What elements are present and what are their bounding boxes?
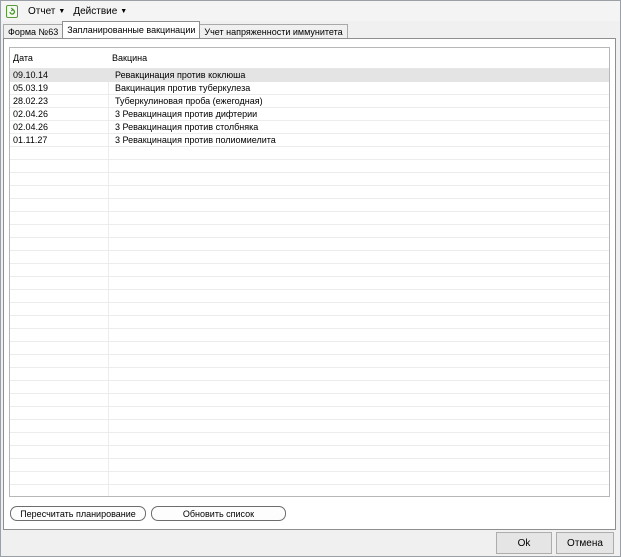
refresh-document-icon[interactable] [6, 4, 18, 18]
table-row[interactable]: 02.04.26 3 Ревакцинация против столбняка [10, 121, 609, 134]
cell-date: 09.10.14 [13, 70, 49, 80]
menu-action[interactable]: Действие ▼ [69, 2, 131, 20]
cell-date: 02.04.26 [13, 122, 49, 132]
cell-date: 05.03.19 [13, 83, 49, 93]
ok-button[interactable]: Ok [496, 532, 552, 554]
table-row[interactable]: 01.11.27 3 Ревакцинация против полиомиел… [10, 134, 609, 147]
cell-vaccine: Ревакцинация против коклюша [115, 70, 246, 80]
cell-vaccine: Туберкулиновая проба (ежегодная) [115, 96, 263, 106]
menu-action-label: Действие [73, 5, 118, 17]
cell-date: 02.04.26 [13, 109, 49, 119]
tab-form63[interactable]: Форма №63 [3, 24, 64, 38]
cell-vaccine: 3 Ревакцинация против столбняка [115, 122, 259, 132]
cancel-button[interactable]: Отмена [556, 532, 614, 554]
cell-vaccine: Вакцинация против туберкулеза [115, 83, 251, 93]
menu-bar: Отчет ▼ Действие ▼ [1, 1, 620, 21]
cell-date: 28.02.23 [13, 96, 49, 106]
tab-planned-vaccinations[interactable]: Запланированные вакцинации [62, 21, 201, 38]
table-row[interactable]: 09.10.14 Ревакцинация против коклюша [10, 69, 609, 82]
caret-down-icon: ▼ [58, 7, 66, 15]
column-header-vaccine[interactable]: Вакцина [109, 48, 609, 68]
vaccination-grid[interactable]: Дата Вакцина 09.10.14 Ревакцинация проти… [9, 47, 610, 497]
grid-header: Дата Вакцина [10, 48, 609, 69]
cell-vaccine: 3 Ревакцинация против полиомиелита [115, 135, 276, 145]
caret-down-icon: ▼ [120, 7, 128, 15]
cell-date: 01.11.27 [13, 135, 48, 145]
menu-report-label: Отчет [28, 5, 56, 17]
tab-immunity-tension[interactable]: Учет напряженности иммунитета [199, 24, 348, 38]
table-row[interactable]: 05.03.19 Вакцинация против туберкулеза [10, 82, 609, 95]
refresh-list-button[interactable]: Обновить список [151, 506, 286, 521]
column-header-date[interactable]: Дата [10, 48, 109, 68]
cell-vaccine: 3 Ревакцинация против дифтерии [115, 109, 258, 119]
table-row[interactable]: 28.02.23 Туберкулиновая проба (ежегодная… [10, 95, 609, 108]
menu-report[interactable]: Отчет ▼ [24, 2, 69, 20]
tab-panel-planned-vaccinations: Дата Вакцина 09.10.14 Ревакцинация проти… [3, 38, 616, 530]
recalculate-planning-button[interactable]: Пересчитать планирование [10, 506, 146, 521]
tab-strip: Форма №63 Запланированные вакцинации Уче… [3, 21, 348, 38]
table-row[interactable]: 02.04.26 3 Ревакцинация против дифтерии [10, 108, 609, 121]
